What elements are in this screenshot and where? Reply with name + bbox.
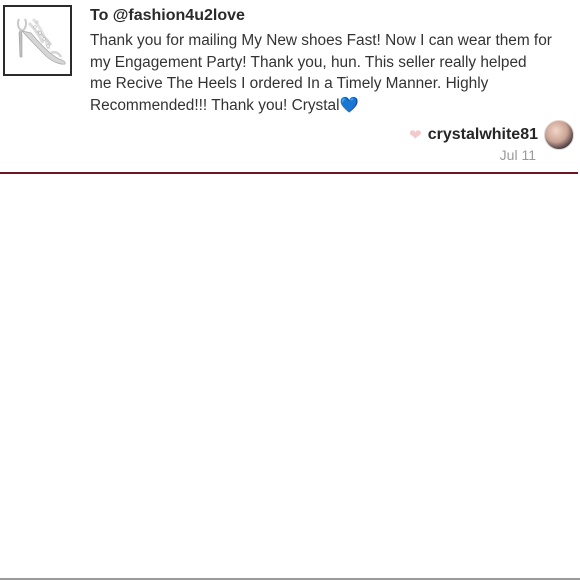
sandal-image (16, 17, 66, 65)
review-recipient[interactable]: To @fashion4u2love (90, 7, 245, 25)
review-date: Jul 11 (499, 147, 536, 163)
author-username[interactable]: crystalwhite81 (428, 126, 538, 144)
author-avatar[interactable] (544, 120, 574, 150)
review-message-text: Thank you for mailing My New shoes Fast!… (90, 32, 552, 114)
review-card: To @fashion4u2love Thank you for mailing… (0, 0, 578, 174)
blue-heart-emoji: 💙 (339, 96, 359, 114)
review-author: ❤ crystalwhite81 (409, 120, 574, 150)
review-message: Thank you for mailing My New shoes Fast!… (90, 30, 552, 116)
product-thumbnail[interactable] (3, 5, 72, 76)
heart-icon[interactable]: ❤ (409, 128, 422, 143)
